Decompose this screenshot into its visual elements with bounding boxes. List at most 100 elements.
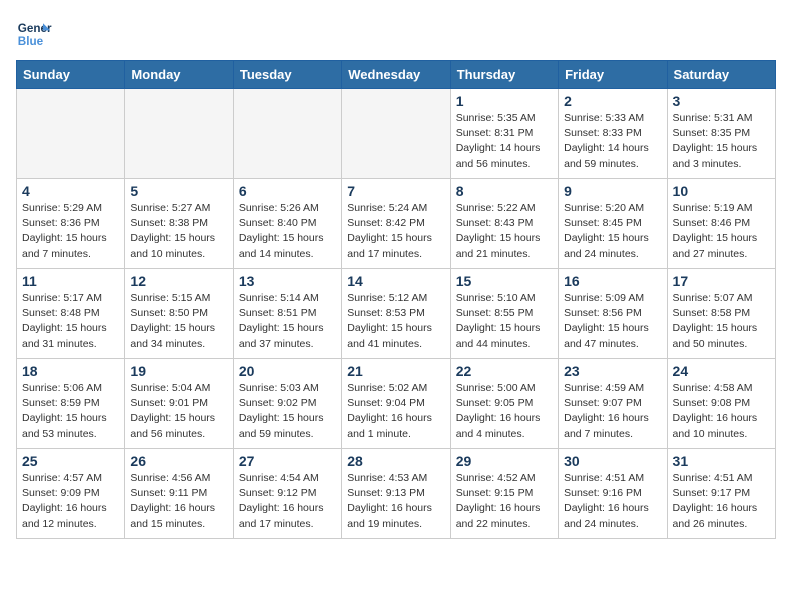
calendar-cell: 16 Sunrise: 5:09 AMSunset: 8:56 PMDayligh… bbox=[559, 269, 667, 359]
day-number: 23 bbox=[564, 363, 661, 379]
calendar-cell: 21Sunrise: 5:02 AMSunset: 9:04 PMDayligh… bbox=[342, 359, 450, 449]
day-info: Sunrise: 4:59 AMSunset: 9:07 PMDaylight:… bbox=[564, 381, 661, 442]
day-number: 30 bbox=[564, 453, 661, 469]
day-info: Sunrise: 4:54 AMSunset: 9:12 PMDaylight:… bbox=[239, 471, 336, 532]
calendar-cell: 23 Sunrise: 4:59 AMSunset: 9:07 PMDayligh… bbox=[559, 359, 667, 449]
calendar-cell: 3 Sunrise: 5:31 AMSunset: 8:35 PMDaylight… bbox=[667, 89, 775, 179]
weekday-header: Tuesday bbox=[233, 61, 341, 89]
logo-icon: General Blue bbox=[16, 16, 52, 52]
day-number: 7 bbox=[347, 183, 444, 199]
calendar-cell: 22 Sunrise: 5:00 AMSunset: 9:05 PMDayligh… bbox=[450, 359, 558, 449]
calendar-header-row: SundayMondayTuesdayWednesdayThursdayFrid… bbox=[17, 61, 776, 89]
day-info: Sunrise: 5:06 AMSunset: 8:59 PMDaylight:… bbox=[22, 381, 119, 442]
day-number: 29 bbox=[456, 453, 553, 469]
calendar-cell: 11 Sunrise: 5:17 AMSunset: 8:48 PMDayligh… bbox=[17, 269, 125, 359]
calendar-cell: 6 Sunrise: 5:26 AMSunset: 8:40 PMDaylight… bbox=[233, 179, 341, 269]
day-info: Sunrise: 5:35 AMSunset: 8:31 PMDaylight:… bbox=[456, 111, 553, 172]
day-info: Sunrise: 4:51 AMSunset: 9:16 PMDaylight:… bbox=[564, 471, 661, 532]
page-header: General Blue bbox=[16, 16, 776, 52]
calendar-cell: 26 Sunrise: 4:56 AMSunset: 9:11 PMDayligh… bbox=[125, 449, 233, 539]
calendar-cell: 9 Sunrise: 5:20 AMSunset: 8:45 PMDaylight… bbox=[559, 179, 667, 269]
calendar-cell: 8Sunrise: 5:22 AMSunset: 8:43 PMDaylight… bbox=[450, 179, 558, 269]
day-info: Sunrise: 4:51 AMSunset: 9:17 PMDaylight:… bbox=[673, 471, 770, 532]
day-info: Sunrise: 4:53 AMSunset: 9:13 PMDaylight:… bbox=[347, 471, 444, 532]
day-number: 5 bbox=[130, 183, 227, 199]
calendar-cell: 12 Sunrise: 5:15 AMSunset: 8:50 PMDayligh… bbox=[125, 269, 233, 359]
day-info: Sunrise: 5:09 AMSunset: 8:56 PMDaylight:… bbox=[564, 291, 661, 352]
day-number: 9 bbox=[564, 183, 661, 199]
day-number: 18 bbox=[22, 363, 119, 379]
day-number: 10 bbox=[673, 183, 770, 199]
calendar-cell: 1 Sunrise: 5:35 AMSunset: 8:31 PMDaylight… bbox=[450, 89, 558, 179]
day-info: Sunrise: 5:10 AMSunset: 8:55 PMDaylight:… bbox=[456, 291, 553, 352]
day-info: Sunrise: 5:17 AMSunset: 8:48 PMDaylight:… bbox=[22, 291, 119, 352]
day-number: 27 bbox=[239, 453, 336, 469]
day-info: Sunrise: 5:20 AMSunset: 8:45 PMDaylight:… bbox=[564, 201, 661, 262]
day-info: Sunrise: 5:04 AMSunset: 9:01 PMDaylight:… bbox=[130, 381, 227, 442]
day-number: 1 bbox=[456, 93, 553, 109]
day-number: 22 bbox=[456, 363, 553, 379]
calendar-cell: 31 Sunrise: 4:51 AMSunset: 9:17 PMDayligh… bbox=[667, 449, 775, 539]
day-info: Sunrise: 5:22 AMSunset: 8:43 PMDaylight:… bbox=[456, 201, 553, 262]
calendar-cell: 14Sunrise: 5:12 AMSunset: 8:53 PMDayligh… bbox=[342, 269, 450, 359]
day-number: 16 bbox=[564, 273, 661, 289]
day-info: Sunrise: 5:24 AMSunset: 8:42 PMDaylight:… bbox=[347, 201, 444, 262]
day-info: Sunrise: 5:12 AMSunset: 8:53 PMDaylight:… bbox=[347, 291, 444, 352]
day-info: Sunrise: 5:15 AMSunset: 8:50 PMDaylight:… bbox=[130, 291, 227, 352]
day-number: 13 bbox=[239, 273, 336, 289]
weekday-header: Thursday bbox=[450, 61, 558, 89]
day-number: 11 bbox=[22, 273, 119, 289]
calendar-cell: 27 Sunrise: 4:54 AMSunset: 9:12 PMDayligh… bbox=[233, 449, 341, 539]
day-info: Sunrise: 5:29 AMSunset: 8:36 PMDaylight:… bbox=[22, 201, 119, 262]
calendar-table: SundayMondayTuesdayWednesdayThursdayFrid… bbox=[16, 60, 776, 539]
calendar-cell: 20 Sunrise: 5:03 AMSunset: 9:02 PMDayligh… bbox=[233, 359, 341, 449]
day-number: 4 bbox=[22, 183, 119, 199]
calendar-cell bbox=[233, 89, 341, 179]
weekday-header: Wednesday bbox=[342, 61, 450, 89]
logo: General Blue bbox=[16, 16, 52, 52]
day-info: Sunrise: 4:58 AMSunset: 9:08 PMDaylight:… bbox=[673, 381, 770, 442]
calendar-cell bbox=[17, 89, 125, 179]
day-number: 6 bbox=[239, 183, 336, 199]
day-number: 31 bbox=[673, 453, 770, 469]
day-number: 19 bbox=[130, 363, 227, 379]
calendar-cell: 24 Sunrise: 4:58 AMSunset: 9:08 PMDayligh… bbox=[667, 359, 775, 449]
weekday-header: Monday bbox=[125, 61, 233, 89]
day-info: Sunrise: 5:03 AMSunset: 9:02 PMDaylight:… bbox=[239, 381, 336, 442]
calendar-cell: 18 Sunrise: 5:06 AMSunset: 8:59 PMDayligh… bbox=[17, 359, 125, 449]
day-number: 24 bbox=[673, 363, 770, 379]
day-info: Sunrise: 5:00 AMSunset: 9:05 PMDaylight:… bbox=[456, 381, 553, 442]
day-info: Sunrise: 5:26 AMSunset: 8:40 PMDaylight:… bbox=[239, 201, 336, 262]
calendar-week-row: 25Sunrise: 4:57 AMSunset: 9:09 PMDayligh… bbox=[17, 449, 776, 539]
calendar-cell: 13 Sunrise: 5:14 AMSunset: 8:51 PMDayligh… bbox=[233, 269, 341, 359]
day-number: 3 bbox=[673, 93, 770, 109]
calendar-cell: 17Sunrise: 5:07 AMSunset: 8:58 PMDayligh… bbox=[667, 269, 775, 359]
weekday-header: Friday bbox=[559, 61, 667, 89]
calendar-week-row: 4 Sunrise: 5:29 AMSunset: 8:36 PMDaylight… bbox=[17, 179, 776, 269]
day-number: 20 bbox=[239, 363, 336, 379]
calendar-cell: 15 Sunrise: 5:10 AMSunset: 8:55 PMDayligh… bbox=[450, 269, 558, 359]
calendar-cell: 7 Sunrise: 5:24 AMSunset: 8:42 PMDaylight… bbox=[342, 179, 450, 269]
day-number: 25 bbox=[22, 453, 119, 469]
calendar-week-row: 18 Sunrise: 5:06 AMSunset: 8:59 PMDayligh… bbox=[17, 359, 776, 449]
day-info: Sunrise: 4:56 AMSunset: 9:11 PMDaylight:… bbox=[130, 471, 227, 532]
day-number: 2 bbox=[564, 93, 661, 109]
day-info: Sunrise: 4:52 AMSunset: 9:15 PMDaylight:… bbox=[456, 471, 553, 532]
day-info: Sunrise: 5:14 AMSunset: 8:51 PMDaylight:… bbox=[239, 291, 336, 352]
day-number: 15 bbox=[456, 273, 553, 289]
day-number: 12 bbox=[130, 273, 227, 289]
day-info: Sunrise: 5:31 AMSunset: 8:35 PMDaylight:… bbox=[673, 111, 770, 172]
calendar-cell bbox=[125, 89, 233, 179]
day-number: 26 bbox=[130, 453, 227, 469]
day-number: 28 bbox=[347, 453, 444, 469]
calendar-body: 1 Sunrise: 5:35 AMSunset: 8:31 PMDaylight… bbox=[17, 89, 776, 539]
calendar-cell: 29 Sunrise: 4:52 AMSunset: 9:15 PMDayligh… bbox=[450, 449, 558, 539]
calendar-cell: 5Sunrise: 5:27 AMSunset: 8:38 PMDaylight… bbox=[125, 179, 233, 269]
calendar-cell: 30 Sunrise: 4:51 AMSunset: 9:16 PMDayligh… bbox=[559, 449, 667, 539]
calendar-week-row: 11 Sunrise: 5:17 AMSunset: 8:48 PMDayligh… bbox=[17, 269, 776, 359]
day-info: Sunrise: 5:07 AMSunset: 8:58 PMDaylight:… bbox=[673, 291, 770, 352]
calendar-cell: 19 Sunrise: 5:04 AMSunset: 9:01 PMDayligh… bbox=[125, 359, 233, 449]
calendar-cell bbox=[342, 89, 450, 179]
svg-text:Blue: Blue bbox=[18, 35, 44, 48]
calendar-cell: 4 Sunrise: 5:29 AMSunset: 8:36 PMDaylight… bbox=[17, 179, 125, 269]
